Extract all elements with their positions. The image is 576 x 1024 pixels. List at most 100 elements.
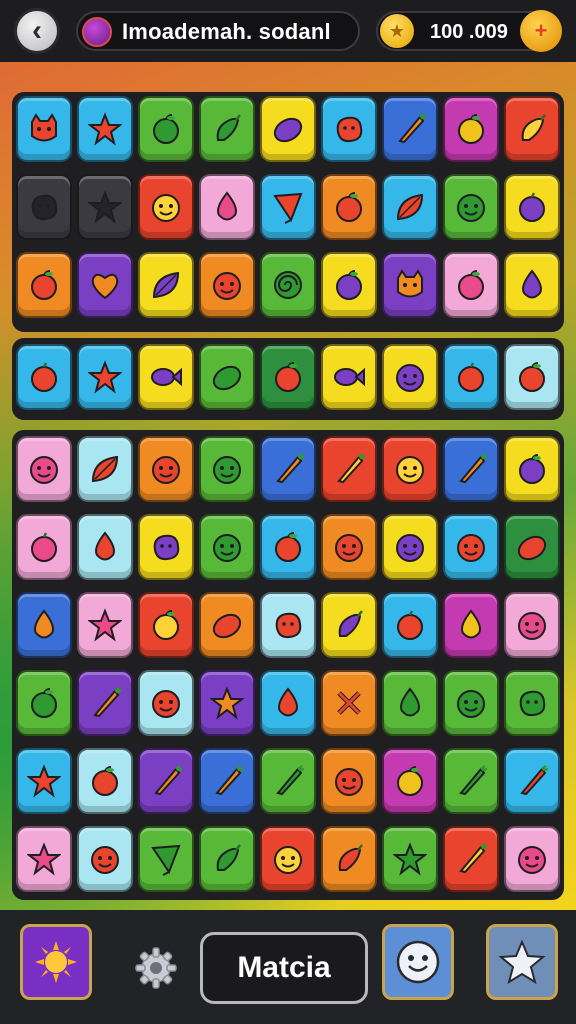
tile-face[interactable] [382, 514, 438, 580]
tile-face[interactable] [443, 514, 499, 580]
add-coins-icon[interactable]: + [520, 10, 562, 52]
tile-face[interactable] [16, 436, 72, 502]
tile-face[interactable] [382, 436, 438, 502]
tile-swirl[interactable] [260, 252, 316, 318]
tile-face[interactable] [77, 826, 133, 892]
tile-face[interactable] [382, 344, 438, 410]
tile-pepper[interactable] [199, 96, 255, 162]
tile-face[interactable] [443, 174, 499, 240]
tile-carrot[interactable] [443, 826, 499, 892]
tile-carrot[interactable] [138, 748, 194, 814]
tile-apple[interactable] [138, 592, 194, 658]
tile-drop[interactable] [382, 670, 438, 736]
tile-face[interactable] [321, 748, 377, 814]
tile-face[interactable] [199, 436, 255, 502]
tile-pepper[interactable] [321, 826, 377, 892]
tile-drop[interactable] [260, 670, 316, 736]
face-icon [396, 364, 424, 392]
tile-carrot[interactable] [382, 96, 438, 162]
tile-face[interactable] [199, 252, 255, 318]
tile-face[interactable] [443, 670, 499, 736]
tile-star[interactable] [16, 826, 72, 892]
tile-carrot[interactable] [443, 748, 499, 814]
tile-pepper[interactable] [504, 96, 560, 162]
tile-heart[interactable] [77, 252, 133, 318]
tile-drop[interactable] [504, 252, 560, 318]
tile-carrot[interactable] [260, 436, 316, 502]
heart-icon [91, 273, 119, 300]
tile-lemon[interactable] [504, 514, 560, 580]
tile-face[interactable] [138, 174, 194, 240]
tile-apple[interactable] [443, 252, 499, 318]
tile-star[interactable] [382, 826, 438, 892]
tile-face[interactable] [199, 514, 255, 580]
tile-kite[interactable] [260, 174, 316, 240]
avatar[interactable] [82, 17, 112, 47]
tile-carrot[interactable] [504, 748, 560, 814]
tile-apple[interactable] [443, 96, 499, 162]
tile-star[interactable] [16, 748, 72, 814]
tile-star[interactable] [77, 344, 133, 410]
tile-apple[interactable] [16, 252, 72, 318]
tile-leaf[interactable] [77, 436, 133, 502]
tile-apple[interactable] [16, 670, 72, 736]
tile-apple[interactable] [260, 514, 316, 580]
tile-cat[interactable] [16, 96, 72, 162]
tile-apple[interactable] [504, 436, 560, 502]
tile-apple[interactable] [260, 344, 316, 410]
tile-blob[interactable] [504, 670, 560, 736]
tile-carrot[interactable] [77, 670, 133, 736]
tile-star[interactable] [199, 670, 255, 736]
tile-star[interactable] [77, 96, 133, 162]
tile-face[interactable] [138, 436, 194, 502]
tile-plum[interactable] [382, 592, 438, 658]
smiley-booster-button[interactable] [382, 924, 454, 1000]
tile-drop[interactable] [199, 174, 255, 240]
tile-plum[interactable] [16, 344, 72, 410]
tile-blob[interactable] [16, 174, 72, 240]
tile-apple[interactable] [321, 174, 377, 240]
star-booster-button[interactable] [486, 924, 558, 1000]
gear-icon[interactable] [132, 944, 180, 992]
tile-blob[interactable] [138, 514, 194, 580]
tile-face[interactable] [504, 826, 560, 892]
tile-leaf[interactable] [138, 252, 194, 318]
tile-lemon[interactable] [260, 96, 316, 162]
tile-star[interactable] [77, 592, 133, 658]
tile-face[interactable] [321, 514, 377, 580]
tile-fish[interactable] [321, 344, 377, 410]
tile-apple[interactable] [504, 344, 560, 410]
tile-plum[interactable] [504, 174, 560, 240]
tile-apple[interactable] [321, 252, 377, 318]
tile-lemon[interactable] [199, 592, 255, 658]
tile-drop[interactable] [16, 592, 72, 658]
tile-pepper[interactable] [321, 592, 377, 658]
back-arrow-icon[interactable]: ‹ [14, 8, 60, 54]
tile-lemon[interactable] [199, 344, 255, 410]
tile-carrot[interactable] [321, 436, 377, 502]
tile-drop[interactable] [443, 592, 499, 658]
tile-plum[interactable] [443, 344, 499, 410]
tile-fork[interactable] [321, 670, 377, 736]
tile-face[interactable] [260, 826, 316, 892]
tile-face[interactable] [138, 670, 194, 736]
tile-blob[interactable] [260, 592, 316, 658]
tile-kite[interactable] [138, 826, 194, 892]
tile-plum[interactable] [16, 514, 72, 580]
tile-cat[interactable] [382, 252, 438, 318]
tile-pepper[interactable] [199, 826, 255, 892]
tile-apple[interactable] [138, 96, 194, 162]
tile-apple[interactable] [382, 748, 438, 814]
tile-leaf[interactable] [382, 174, 438, 240]
tile-carrot[interactable] [443, 436, 499, 502]
tile-fish[interactable] [138, 344, 194, 410]
tile-face[interactable] [504, 592, 560, 658]
tile-carrot[interactable] [199, 748, 255, 814]
tile-drop[interactable] [77, 514, 133, 580]
tile-apple[interactable] [77, 748, 133, 814]
match-button[interactable]: Matcia [200, 932, 368, 1004]
tile-carrot[interactable] [260, 748, 316, 814]
sun-booster-button[interactable] [20, 924, 92, 1000]
tile-blob[interactable] [321, 96, 377, 162]
tile-star[interactable] [77, 174, 133, 240]
